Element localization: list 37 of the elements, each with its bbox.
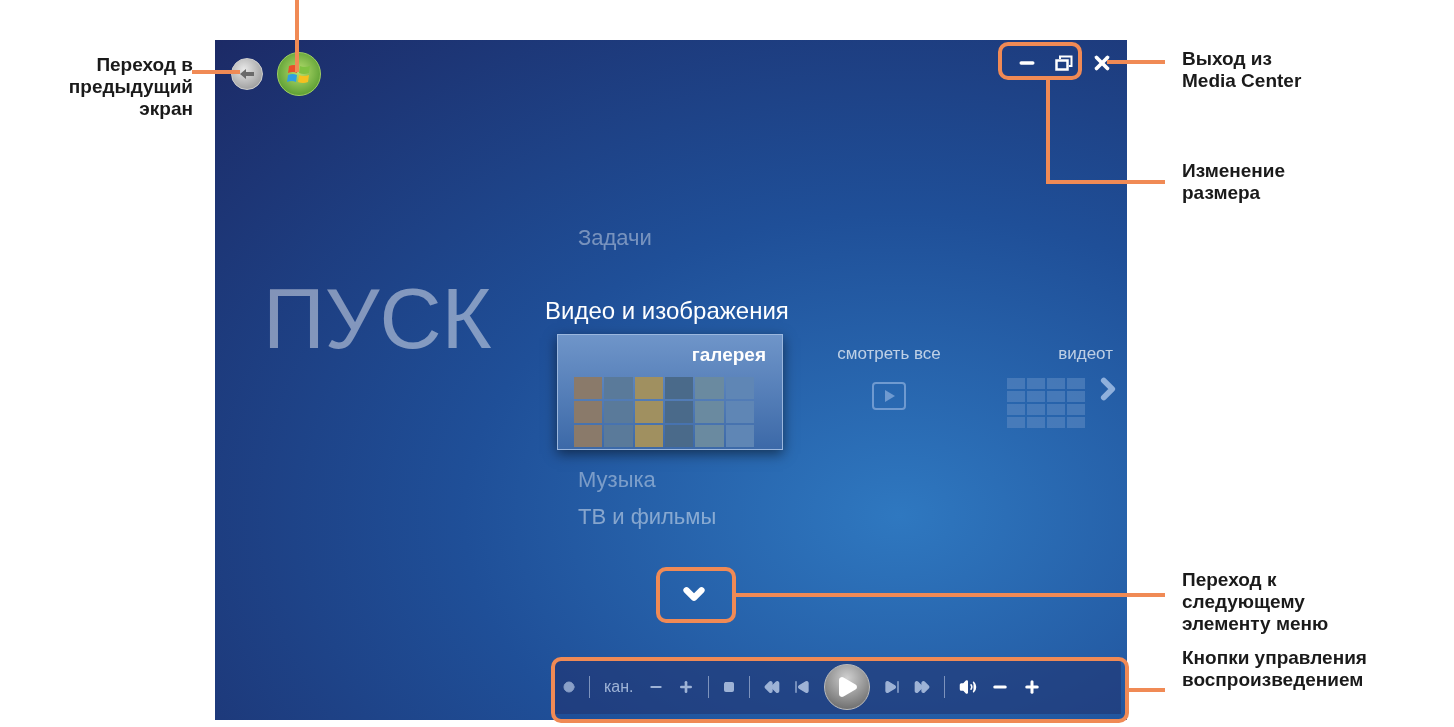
windows-flag-icon <box>287 63 311 85</box>
previous-icon[interactable] <box>793 679 810 695</box>
tile-label: галерея <box>691 343 766 367</box>
volume-icon[interactable] <box>958 678 977 696</box>
channel-up-icon[interactable] <box>677 679 694 695</box>
leader-line <box>192 70 240 74</box>
channel-label: кан. <box>604 677 634 697</box>
play-tile-icon <box>872 382 906 410</box>
menu-item[interactable]: Видео и изображения <box>545 296 789 326</box>
menu-item[interactable]: Задачи <box>578 224 652 252</box>
rewind-icon[interactable] <box>763 679 780 695</box>
menu-item[interactable]: ТВ и фильмы <box>578 504 717 530</box>
fast-forward-icon[interactable] <box>913 679 930 695</box>
stop-icon[interactable] <box>722 681 735 693</box>
back-button[interactable] <box>231 58 263 90</box>
callout-label: Выход из Media Center <box>1182 48 1303 92</box>
record-icon[interactable] <box>563 681 575 693</box>
background-title: ПУСК <box>263 269 492 368</box>
leader-line <box>1107 60 1165 64</box>
menu-item[interactable]: Музыка <box>578 466 656 494</box>
leader-line <box>295 0 299 72</box>
volume-up-icon[interactable] <box>1022 678 1041 696</box>
callout-label: Переход к следующему элементу меню <box>1182 569 1330 635</box>
back-arrow-icon <box>238 67 256 81</box>
next-icon[interactable] <box>883 679 900 695</box>
callout-label: Переход в предыдущий экран <box>68 54 193 121</box>
restore-icon[interactable] <box>1055 55 1073 71</box>
callout-label: Изменение размера <box>1182 160 1286 204</box>
leader-line <box>1127 688 1165 692</box>
start-button[interactable] <box>277 52 321 96</box>
menu-tile[interactable]: галерея <box>557 334 783 450</box>
menu-tile[interactable]: смотреть все <box>799 334 979 450</box>
tile-label: видеот <box>1058 343 1113 365</box>
tile-label: смотреть все <box>837 343 941 365</box>
menu-tile[interactable]: видеот <box>995 334 1125 450</box>
callout-label: Кнопки управления воспроизведением <box>1182 647 1368 691</box>
play-button[interactable] <box>823 664 870 710</box>
